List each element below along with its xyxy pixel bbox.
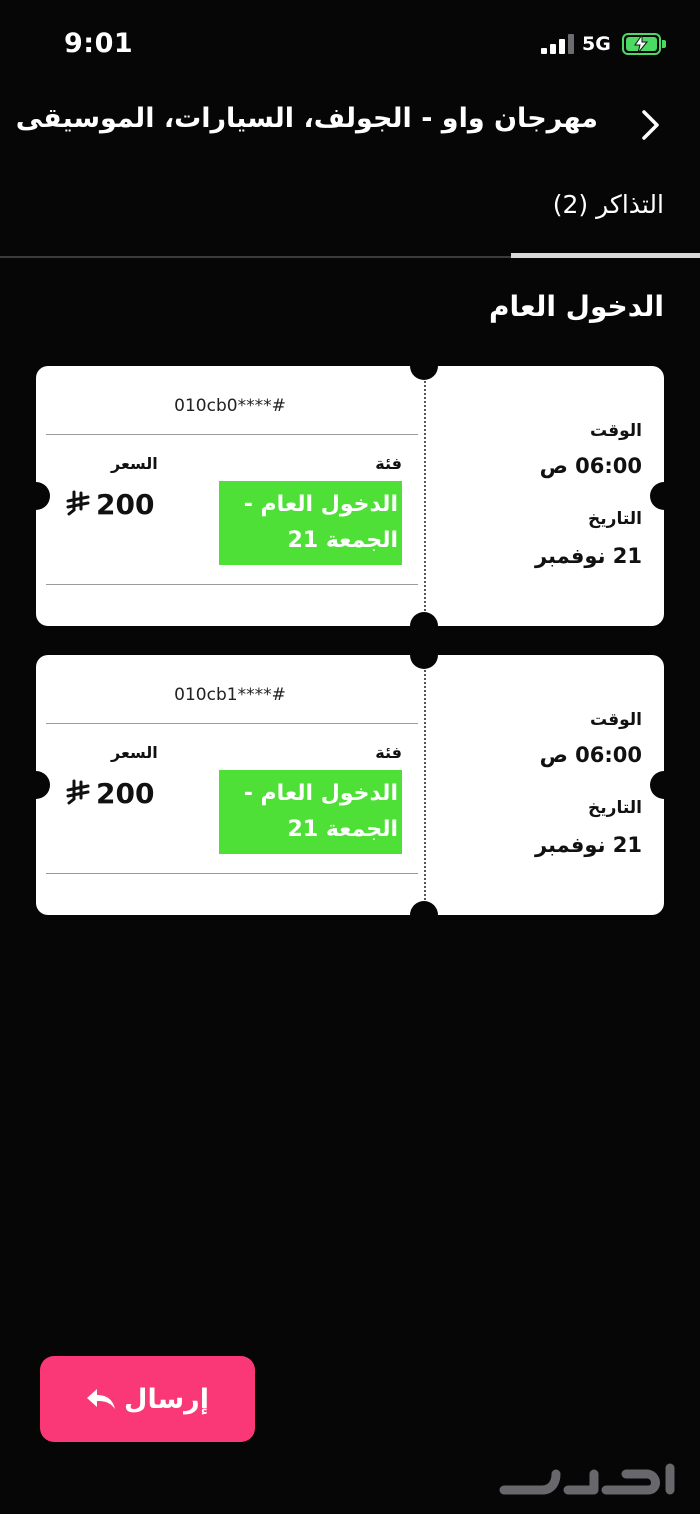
send-label: إرسال (124, 1383, 209, 1415)
signal-icon (541, 34, 575, 54)
ticket-notch (410, 641, 438, 669)
divider (46, 584, 418, 585)
ticket-main: 010cb0****# فئة السعر 200 الدخول العام -… (36, 366, 424, 626)
price-label: السعر (111, 454, 158, 473)
riyal-icon (66, 490, 90, 523)
haraj-logo-watermark (498, 1460, 688, 1508)
ticket-price: 200 (66, 488, 154, 523)
time-label: الوقت (590, 710, 642, 730)
chevron-right-icon (642, 110, 659, 140)
ticket-main: 010cb1****# فئة السعر 200 الدخول العام -… (36, 655, 424, 915)
ticket-code: 010cb1****# (174, 685, 286, 705)
ticket-code: 010cb0****# (174, 396, 286, 416)
price-label: السعر (111, 743, 158, 762)
ticket-stub: الوقت 06:00 ص التاريخ 21 نوفمبر (424, 655, 664, 915)
ticket-notch (650, 771, 678, 799)
ticket-notch (650, 482, 678, 510)
time-label: الوقت (590, 421, 642, 441)
tab-tickets[interactable]: التذاكر (2) (553, 190, 664, 219)
ticket-notch (410, 612, 438, 640)
back-button[interactable] (632, 107, 668, 143)
battery-charging-icon (622, 33, 666, 55)
status-bar: 9:01 5G (0, 0, 700, 90)
divider (46, 434, 418, 435)
reply-arrow-icon (87, 1389, 116, 1409)
category-line: الدخول العام - (243, 492, 398, 517)
ticket-price: 200 (66, 777, 154, 812)
date-label: التاريخ (588, 798, 642, 818)
header: مهرجان واو - الجولف، السيارات، الموسيقى (0, 95, 700, 155)
tab-active-indicator (511, 253, 700, 258)
date-label: التاريخ (588, 509, 642, 529)
divider (46, 723, 418, 724)
category-label: فئة (375, 454, 402, 473)
network-type: 5G (582, 33, 611, 55)
send-button[interactable]: إرسال (40, 1356, 255, 1442)
price-value: 200 (96, 777, 155, 810)
category-label: فئة (375, 743, 402, 762)
ticket-card[interactable]: 010cb0****# فئة السعر 200 الدخول العام -… (22, 352, 678, 640)
section-title: الدخول العام (488, 290, 664, 323)
price-value: 200 (96, 488, 155, 521)
divider (46, 873, 418, 874)
ticket-notch (410, 901, 438, 929)
ticket-stub: الوقت 06:00 ص التاريخ 21 نوفمبر (424, 366, 664, 626)
ticket-notch (22, 771, 50, 799)
ticket-notch (410, 352, 438, 380)
ticket-time: 06:00 ص (539, 743, 642, 767)
status-time: 9:01 (64, 28, 134, 59)
ticket-date: 21 نوفمبر (534, 833, 642, 857)
ticket-card[interactable]: 010cb1****# فئة السعر 200 الدخول العام -… (22, 641, 678, 929)
category-badge[interactable]: الدخول العام - الجمعة 21 نوف.. (219, 770, 402, 878)
category-line: الدخول العام - (243, 781, 398, 806)
event-title: مهرجان واو - الجولف، السيارات، الموسيقى (15, 103, 598, 134)
category-badge[interactable]: الدخول العام - الجمعة 21 نوف.. (219, 481, 402, 589)
tab-bar: التذاكر (2) (0, 180, 700, 260)
ticket-notch (22, 482, 50, 510)
ticket-date: 21 نوفمبر (534, 544, 642, 568)
riyal-icon (66, 779, 90, 812)
ticket-time: 06:00 ص (539, 454, 642, 478)
